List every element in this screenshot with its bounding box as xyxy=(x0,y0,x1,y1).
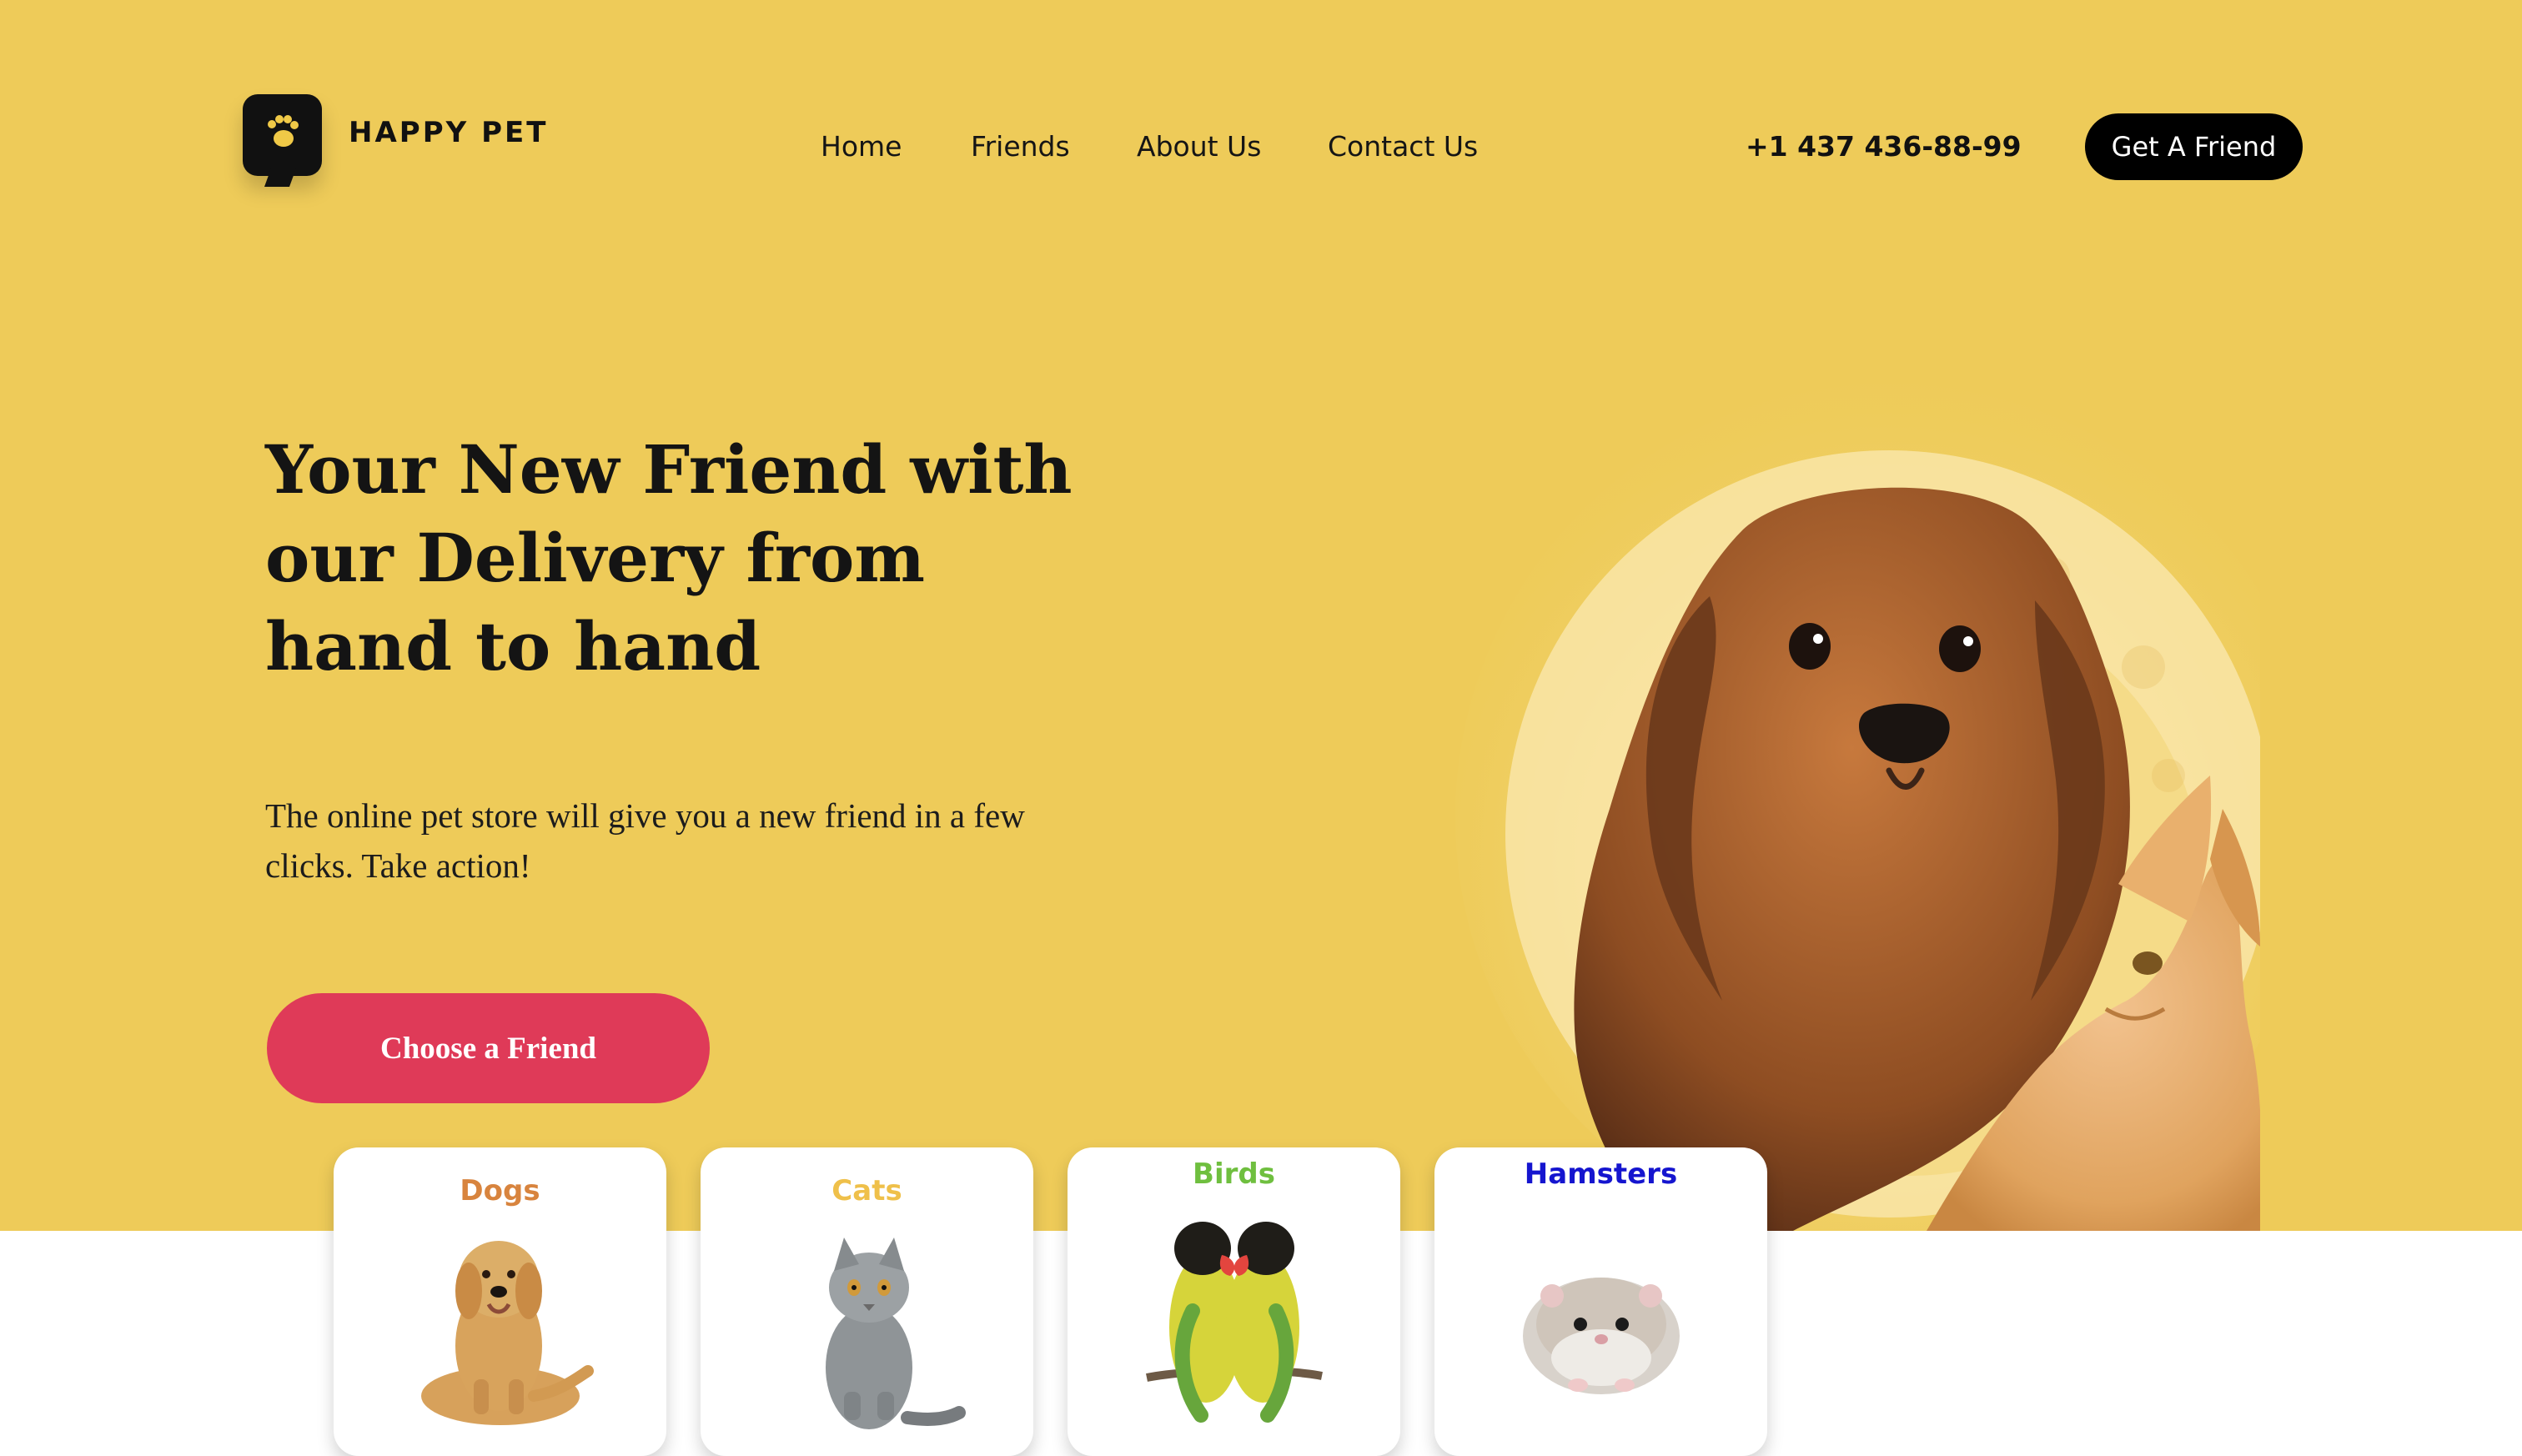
hamster-photo xyxy=(1523,1278,1680,1394)
hero-subtitle: The online pet store will give you a new… xyxy=(265,796,1025,885)
nav-home[interactable]: Home xyxy=(821,130,902,163)
category-card-hamsters[interactable]: Hamsters xyxy=(1434,1147,1767,1456)
nav-about-us[interactable]: About Us xyxy=(1137,130,1261,163)
birds-photo xyxy=(1146,1222,1323,1423)
hero-section: HAPPY PET Home Friends About Us Contact … xyxy=(0,0,2522,1231)
logo-badge[interactable] xyxy=(243,94,322,176)
cat-photo xyxy=(826,1238,966,1429)
paw-icon xyxy=(268,115,299,147)
phone-number[interactable]: +1 437 436-88-99 xyxy=(1746,130,2022,163)
get-a-friend-button[interactable]: Get A Friend xyxy=(2085,113,2303,180)
category-card-birds[interactable]: Birds xyxy=(1068,1147,1400,1456)
category-label-cats: Cats xyxy=(831,1174,902,1207)
category-card-dogs[interactable]: Dogs xyxy=(334,1147,666,1456)
choose-friend-button[interactable]: Choose a Friend xyxy=(267,993,710,1103)
category-card-cats[interactable]: Cats xyxy=(701,1147,1033,1456)
nav-contact-us[interactable]: Contact Us xyxy=(1328,130,1478,163)
category-label-hamsters: Hamsters xyxy=(1524,1157,1678,1191)
dog-cat-hero-image xyxy=(1455,384,2260,1231)
category-label-dogs: Dogs xyxy=(460,1174,540,1207)
nav-friends[interactable]: Friends xyxy=(971,130,1070,163)
brand-name[interactable]: HAPPY PET xyxy=(349,116,548,149)
category-label-birds: Birds xyxy=(1193,1157,1275,1191)
dog-photo xyxy=(421,1241,594,1425)
hero-title: Your New Friend with our Delivery from h… xyxy=(265,430,1073,685)
